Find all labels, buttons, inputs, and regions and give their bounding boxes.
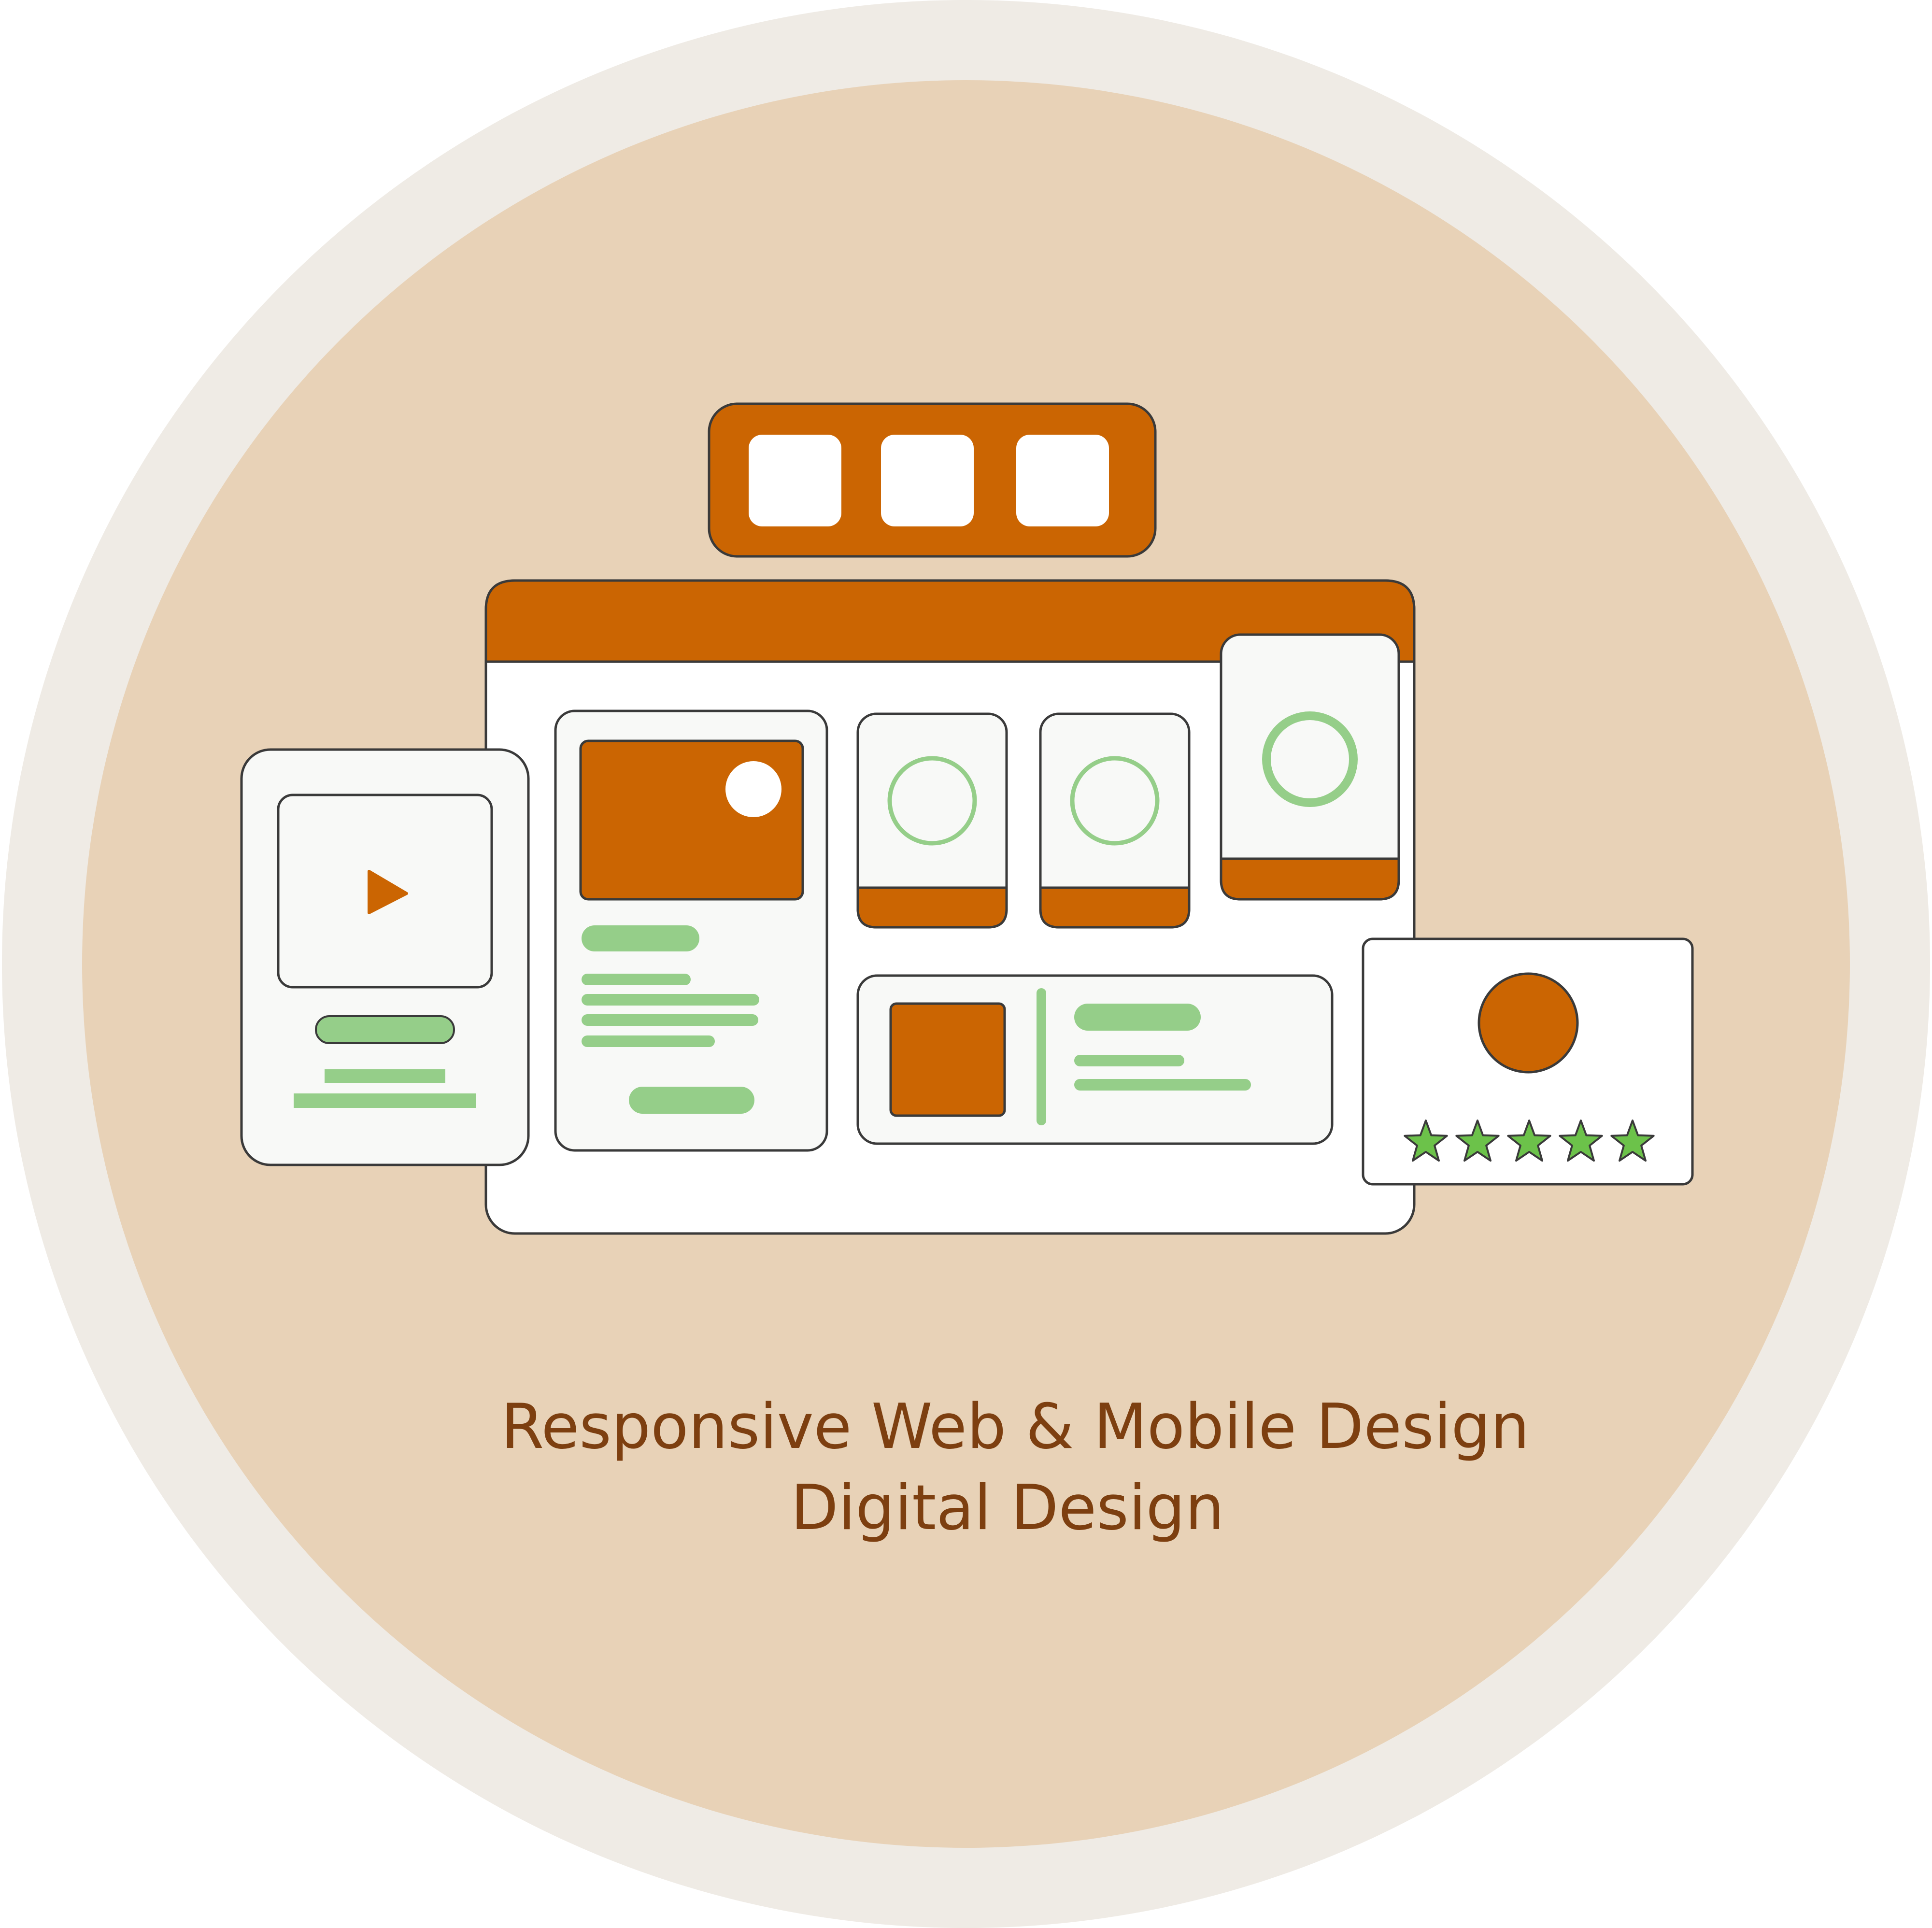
- toolbar-square: [881, 435, 974, 526]
- profile-card: [856, 712, 1008, 929]
- caption-line-1: Responsive Web & Mobile Design: [501, 1391, 1530, 1463]
- media-thumbnail: [889, 1002, 1006, 1117]
- reviewer-avatar: [1477, 972, 1579, 1074]
- profile-card: [1039, 712, 1191, 929]
- sun-icon: [725, 761, 781, 817]
- caption-line-2: Digital Design: [791, 1472, 1224, 1544]
- video-card: [240, 748, 530, 1166]
- review-card: [1362, 937, 1694, 1186]
- article-card: [554, 709, 828, 1152]
- profile-card-featured: [1220, 633, 1400, 901]
- toolbar: [708, 402, 1157, 558]
- toolbar-square: [749, 435, 841, 526]
- media-card: [856, 974, 1334, 1145]
- toolbar-square: [1016, 435, 1109, 526]
- illustration: Responsive Web & Mobile Design Digital D…: [2, 0, 1930, 1928]
- article-image: [579, 739, 804, 901]
